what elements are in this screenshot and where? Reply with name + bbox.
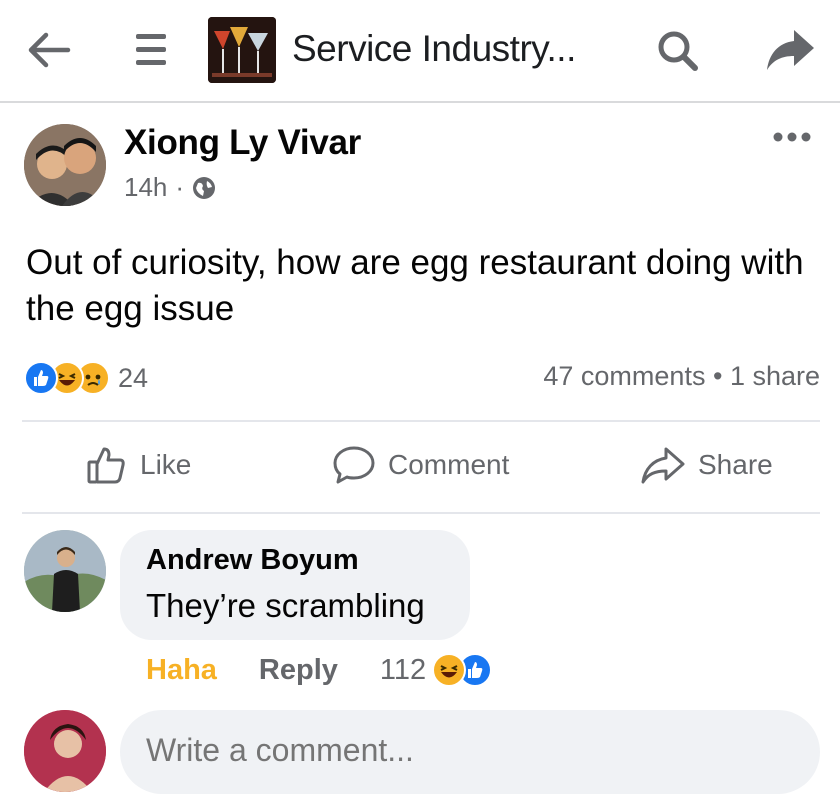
like-outline-icon (87, 447, 125, 484)
author-name[interactable]: Xiong Ly Vivar (124, 123, 361, 163)
group-thumbnail[interactable] (208, 17, 276, 83)
back-arrow-icon[interactable] (22, 24, 74, 76)
comment-composer[interactable] (120, 710, 820, 794)
globe-icon (193, 176, 216, 199)
author-avatar[interactable] (24, 124, 106, 206)
commenter-avatar[interactable] (24, 530, 106, 612)
group-name[interactable]: Service Industry... (292, 28, 576, 70)
share-outline-icon (641, 447, 685, 484)
meta-dot: · (175, 172, 185, 202)
share-arrow-icon[interactable] (764, 26, 816, 74)
comment-author[interactable]: Andrew Boyum (146, 544, 359, 577)
reply-button[interactable]: Reply (259, 654, 338, 687)
share-label: Share (698, 449, 773, 480)
divider (22, 420, 820, 422)
share-button[interactable]: Share (640, 445, 773, 485)
top-bar: Service Industry... (0, 0, 840, 103)
more-options-icon[interactable] (772, 130, 812, 144)
post-reactions[interactable]: 24 (24, 361, 148, 395)
divider (22, 512, 820, 514)
comment-reactions[interactable] (432, 653, 493, 687)
comment-actions: Haha Reply 112 (146, 653, 493, 687)
like-icon (24, 361, 58, 395)
menu-icon[interactable] (132, 30, 170, 70)
comments-count[interactable]: 47 comments (543, 361, 705, 391)
haha-icon (432, 653, 467, 687)
comment-text: They’re scrambling (146, 587, 425, 624)
post-time[interactable]: 14h (124, 172, 167, 203)
post-stats: 47 comments • 1 share (543, 361, 820, 392)
reaction-count: 24 (118, 362, 149, 393)
stats-separator: • (712, 361, 723, 391)
comment-button[interactable]: Comment (332, 445, 509, 485)
post-meta: 14h · (124, 172, 216, 203)
comment-input[interactable] (146, 732, 746, 769)
my-avatar (24, 710, 106, 792)
comment-my-reaction[interactable]: Haha (146, 654, 217, 687)
shares-count[interactable]: 1 share (730, 361, 820, 391)
comment-reaction-count[interactable]: 112 (380, 654, 426, 687)
search-icon[interactable] (655, 28, 701, 74)
like-label: Like (140, 449, 192, 480)
comment-label: Comment (388, 449, 510, 480)
comment-outline-icon (333, 446, 375, 484)
post-text: Out of curiosity, how are egg restaurant… (26, 243, 804, 328)
like-button[interactable]: Like (86, 445, 191, 485)
